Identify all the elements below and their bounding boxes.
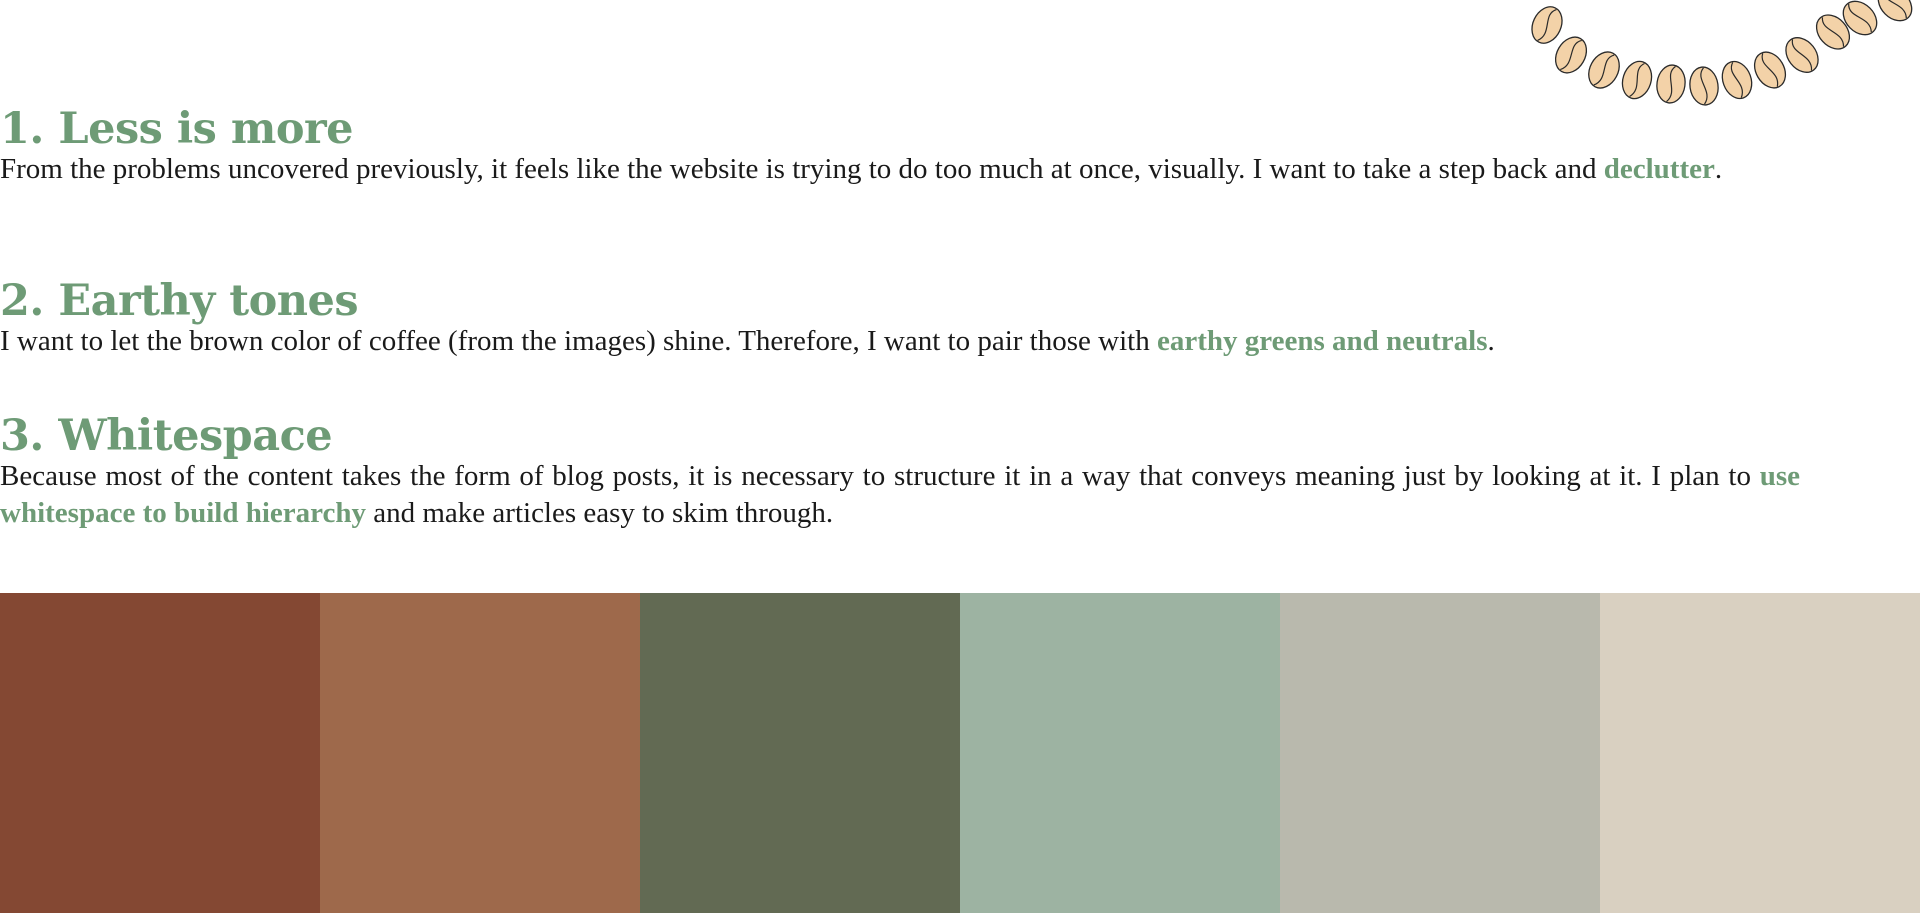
- palette-swatch-5: [1280, 593, 1600, 913]
- coffee-bean-icon: [1721, 60, 1753, 100]
- section-heading: 3. Whitespace: [0, 411, 333, 461]
- section-body: Because most of the content takes the fo…: [0, 458, 1800, 532]
- coffee-bean-icon: [1753, 51, 1787, 89]
- section-body: From the problems uncovered previously, …: [0, 151, 1800, 188]
- coffee-bean-icon: [1554, 36, 1588, 74]
- section-heading: 1. Less is more: [0, 104, 354, 154]
- color-palette: [0, 593, 1920, 913]
- highlight-text: declutter: [1603, 153, 1715, 185]
- body-text: From the problems uncovered previously, …: [0, 153, 1604, 185]
- coffee-bean-icon: [1621, 60, 1653, 100]
- palette-swatch-6: [1600, 593, 1920, 913]
- coffee-bean-icon: [1877, 0, 1913, 22]
- body-text: Because most of the content takes the fo…: [0, 460, 1760, 492]
- body-text-end: .: [1714, 153, 1723, 185]
- section-body: I want to let the brown color of coffee …: [0, 323, 1800, 360]
- palette-swatch-1: [0, 593, 320, 913]
- body-text-end: and make articles easy to skim through.: [366, 497, 834, 529]
- coffee-bean-garland-icon: [1531, 0, 1913, 106]
- palette-swatch-2: [320, 593, 640, 913]
- section-less-is-more: 1. Less is more From the problems uncove…: [0, 108, 1800, 188]
- section-earthy-tones: 2. Earthy tones I want to let the brown …: [0, 280, 1800, 360]
- coffee-bean-icon: [1531, 6, 1563, 44]
- coffee-bean-icon: [1785, 37, 1819, 73]
- section-whitespace: 3. Whitespace Because most of the conten…: [0, 415, 1800, 532]
- coffee-bean-icon: [1588, 51, 1620, 89]
- palette-swatch-4: [960, 593, 1280, 913]
- coffee-bean-icon: [1689, 66, 1719, 106]
- section-heading: 2. Earthy tones: [0, 276, 359, 326]
- palette-swatch-3: [640, 593, 960, 913]
- coffee-bean-icon: [1656, 64, 1686, 104]
- body-text-end: .: [1487, 325, 1495, 357]
- body-text: I want to let the brown color of coffee …: [0, 325, 1157, 357]
- highlight-text: earthy greens and neutrals: [1156, 325, 1488, 357]
